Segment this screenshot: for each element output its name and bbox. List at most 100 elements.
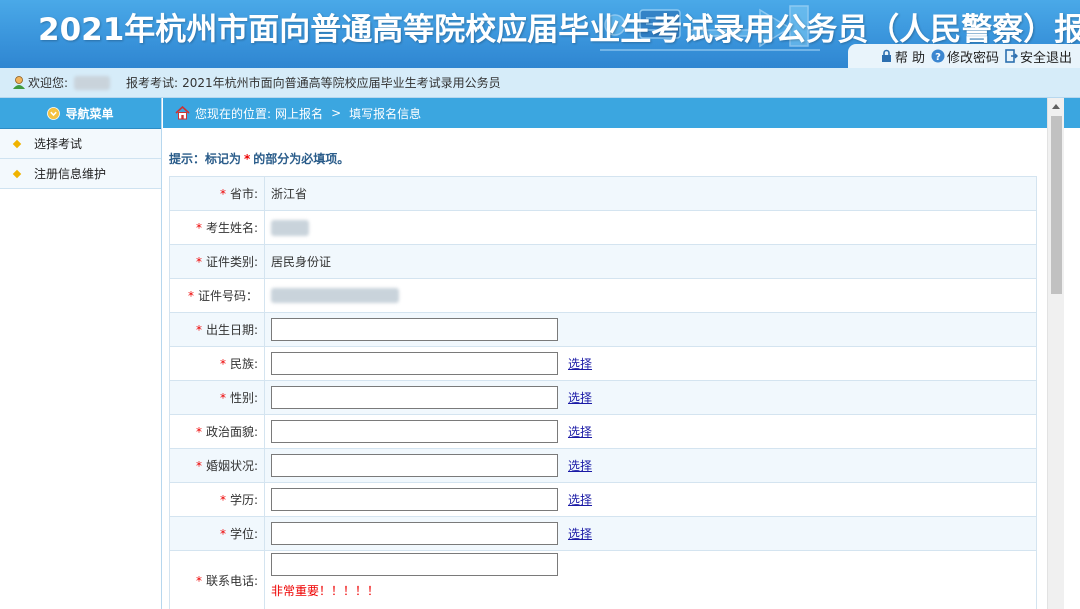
gender-input[interactable]	[271, 386, 558, 409]
table-row: * 考生姓名:	[169, 210, 1037, 245]
marital-status-input[interactable]	[271, 454, 558, 477]
breadcrumb-level1[interactable]: 网上报名	[275, 105, 323, 122]
table-row: * 出生日期:	[169, 312, 1037, 347]
page-title: 2021年杭州市面向普通高等院校应届毕业生考试录用公务员（人民警察）报名平	[38, 12, 1080, 48]
table-row: * 联系电话: 非常重要！！！！！	[169, 550, 1037, 609]
scroll-up-arrow-icon[interactable]	[1048, 98, 1064, 114]
province-value: 浙江省	[264, 176, 1037, 211]
field-label-cell: * 证件号码：	[169, 278, 265, 313]
field-value-cell: 选择	[264, 448, 1037, 483]
change-password-label: 修改密码	[946, 50, 999, 66]
required-star: *	[219, 391, 226, 405]
required-star: *	[195, 255, 202, 269]
name-value-cell	[264, 210, 1037, 245]
sidebar-item-registration-info[interactable]: 注册信息维护	[0, 159, 161, 189]
field-value-cell: 选择	[264, 516, 1037, 551]
field-label: 政治面貌:	[205, 425, 258, 439]
field-value-cell: 选择	[264, 346, 1037, 381]
field-label-cell: * 证件类别:	[169, 244, 265, 279]
required-star: *	[219, 187, 226, 201]
required-tip: 提示：标记为 * 的部分为必填项。	[169, 150, 349, 167]
field-label: 学历:	[229, 493, 258, 507]
education-input[interactable]	[271, 488, 558, 511]
degree-input[interactable]	[271, 522, 558, 545]
field-label: 考生姓名:	[205, 221, 258, 235]
field-value-cell: 选择	[264, 482, 1037, 517]
ethnicity-input[interactable]	[271, 352, 558, 375]
required-star: *	[195, 425, 202, 439]
field-value-cell	[264, 312, 1037, 347]
svg-text:?: ?	[935, 52, 941, 63]
logout-link[interactable]: 安全退出	[1005, 47, 1072, 66]
political-status-input[interactable]	[271, 420, 558, 443]
user-icon	[13, 76, 25, 89]
field-label: 学位:	[229, 527, 258, 541]
sidebar: 导航菜单 选择考试 注册信息维护	[0, 98, 162, 609]
help-link[interactable]: 帮 助	[880, 47, 925, 66]
field-value-cell: 选择	[264, 380, 1037, 415]
vertical-scrollbar[interactable]	[1047, 98, 1064, 609]
field-label-cell: * 性别:	[169, 380, 265, 415]
welcome-bar: 欢迎您: 报考考试: 2021年杭州市面向普通高等院校应届毕业生考试录用公务员	[0, 68, 1080, 98]
table-row: * 婚姻状况: 选择	[169, 448, 1037, 483]
header-banner: 2021年杭州市面向普通高等院校应届毕业生考试录用公务员（人民警察）报名平 帮 …	[0, 0, 1080, 68]
tip-prefix: 提示：标记为	[169, 152, 242, 166]
breadcrumb: 您现在的位置: 网上报名 > 填写报名信息	[163, 98, 1080, 128]
table-row: * 政治面貌: 选择	[169, 414, 1037, 449]
lock-icon	[881, 49, 891, 62]
id-type-value: 居民身份证	[264, 244, 1037, 279]
table-row: * 性别: 选择	[169, 380, 1037, 415]
table-row: * 学位: 选择	[169, 516, 1037, 551]
registration-form-table: * 省市: 浙江省 * 考生姓名: * 证件类别: 居民身份证 * 证件号码： * 出生日…	[169, 176, 1037, 609]
phone-input[interactable]	[271, 553, 558, 576]
field-label: 证件类别:	[205, 255, 258, 269]
table-row: * 学历: 选择	[169, 482, 1037, 517]
field-value-cell: 非常重要！！！！！	[264, 550, 1037, 609]
scrollbar-thumb[interactable]	[1051, 116, 1062, 294]
username-redacted	[74, 75, 111, 90]
id-number-redacted	[271, 288, 399, 303]
required-star: *	[219, 357, 226, 371]
tip-star: *	[244, 152, 251, 166]
breadcrumb-prefix: 您现在的位置:	[195, 106, 272, 121]
sidebar-item-label: 注册信息维护	[34, 167, 107, 181]
help-label: 帮 助	[894, 50, 925, 66]
field-label-cell: * 省市:	[169, 176, 265, 211]
welcome-label: 欢迎您:	[28, 76, 69, 90]
sidebar-item-label: 选择考试	[34, 137, 83, 151]
home-icon	[175, 106, 190, 120]
diamond-bullet-icon	[12, 139, 22, 148]
field-label-cell: * 联系电话:	[169, 550, 265, 609]
field-label: 联系电话:	[205, 574, 258, 588]
breadcrumb-separator: >	[331, 106, 342, 120]
table-row: * 省市: 浙江省	[169, 176, 1037, 211]
education-select-link[interactable]: 选择	[568, 493, 592, 507]
exam-label: 报考考试:	[126, 76, 179, 90]
diamond-bullet-icon	[12, 169, 22, 178]
gender-select-link[interactable]: 选择	[568, 391, 592, 405]
birth-date-input[interactable]	[271, 318, 558, 341]
field-label-cell: * 婚姻状况:	[169, 448, 265, 483]
id-number-value-cell	[264, 278, 1037, 313]
change-password-link[interactable]: ? 修改密码	[931, 47, 999, 66]
required-star: *	[195, 323, 202, 337]
field-value-cell: 选择	[264, 414, 1037, 449]
required-star: *	[195, 574, 202, 588]
required-star: *	[219, 493, 226, 507]
field-label: 证件号码：	[197, 289, 258, 303]
help-circle-icon: ?	[931, 49, 945, 63]
main-panel: 您现在的位置: 网上报名 > 填写报名信息 提示：标记为 * 的部分为必填项。 * 省…	[163, 98, 1080, 609]
required-star: *	[195, 221, 202, 235]
field-label: 婚姻状况:	[205, 459, 258, 473]
marital-status-select-link[interactable]: 选择	[568, 459, 592, 473]
field-label-cell: * 出生日期:	[169, 312, 265, 347]
field-label: 民族:	[229, 357, 258, 371]
table-row: * 民族: 选择	[169, 346, 1037, 381]
political-status-select-link[interactable]: 选择	[568, 425, 592, 439]
sidebar-item-select-exam[interactable]: 选择考试	[0, 129, 161, 159]
degree-select-link[interactable]: 选择	[568, 527, 592, 541]
field-label-cell: * 学位:	[169, 516, 265, 551]
field-label-cell: * 民族:	[169, 346, 265, 381]
ethnicity-select-link[interactable]: 选择	[568, 357, 592, 371]
field-label-cell: * 政治面貌:	[169, 414, 265, 449]
